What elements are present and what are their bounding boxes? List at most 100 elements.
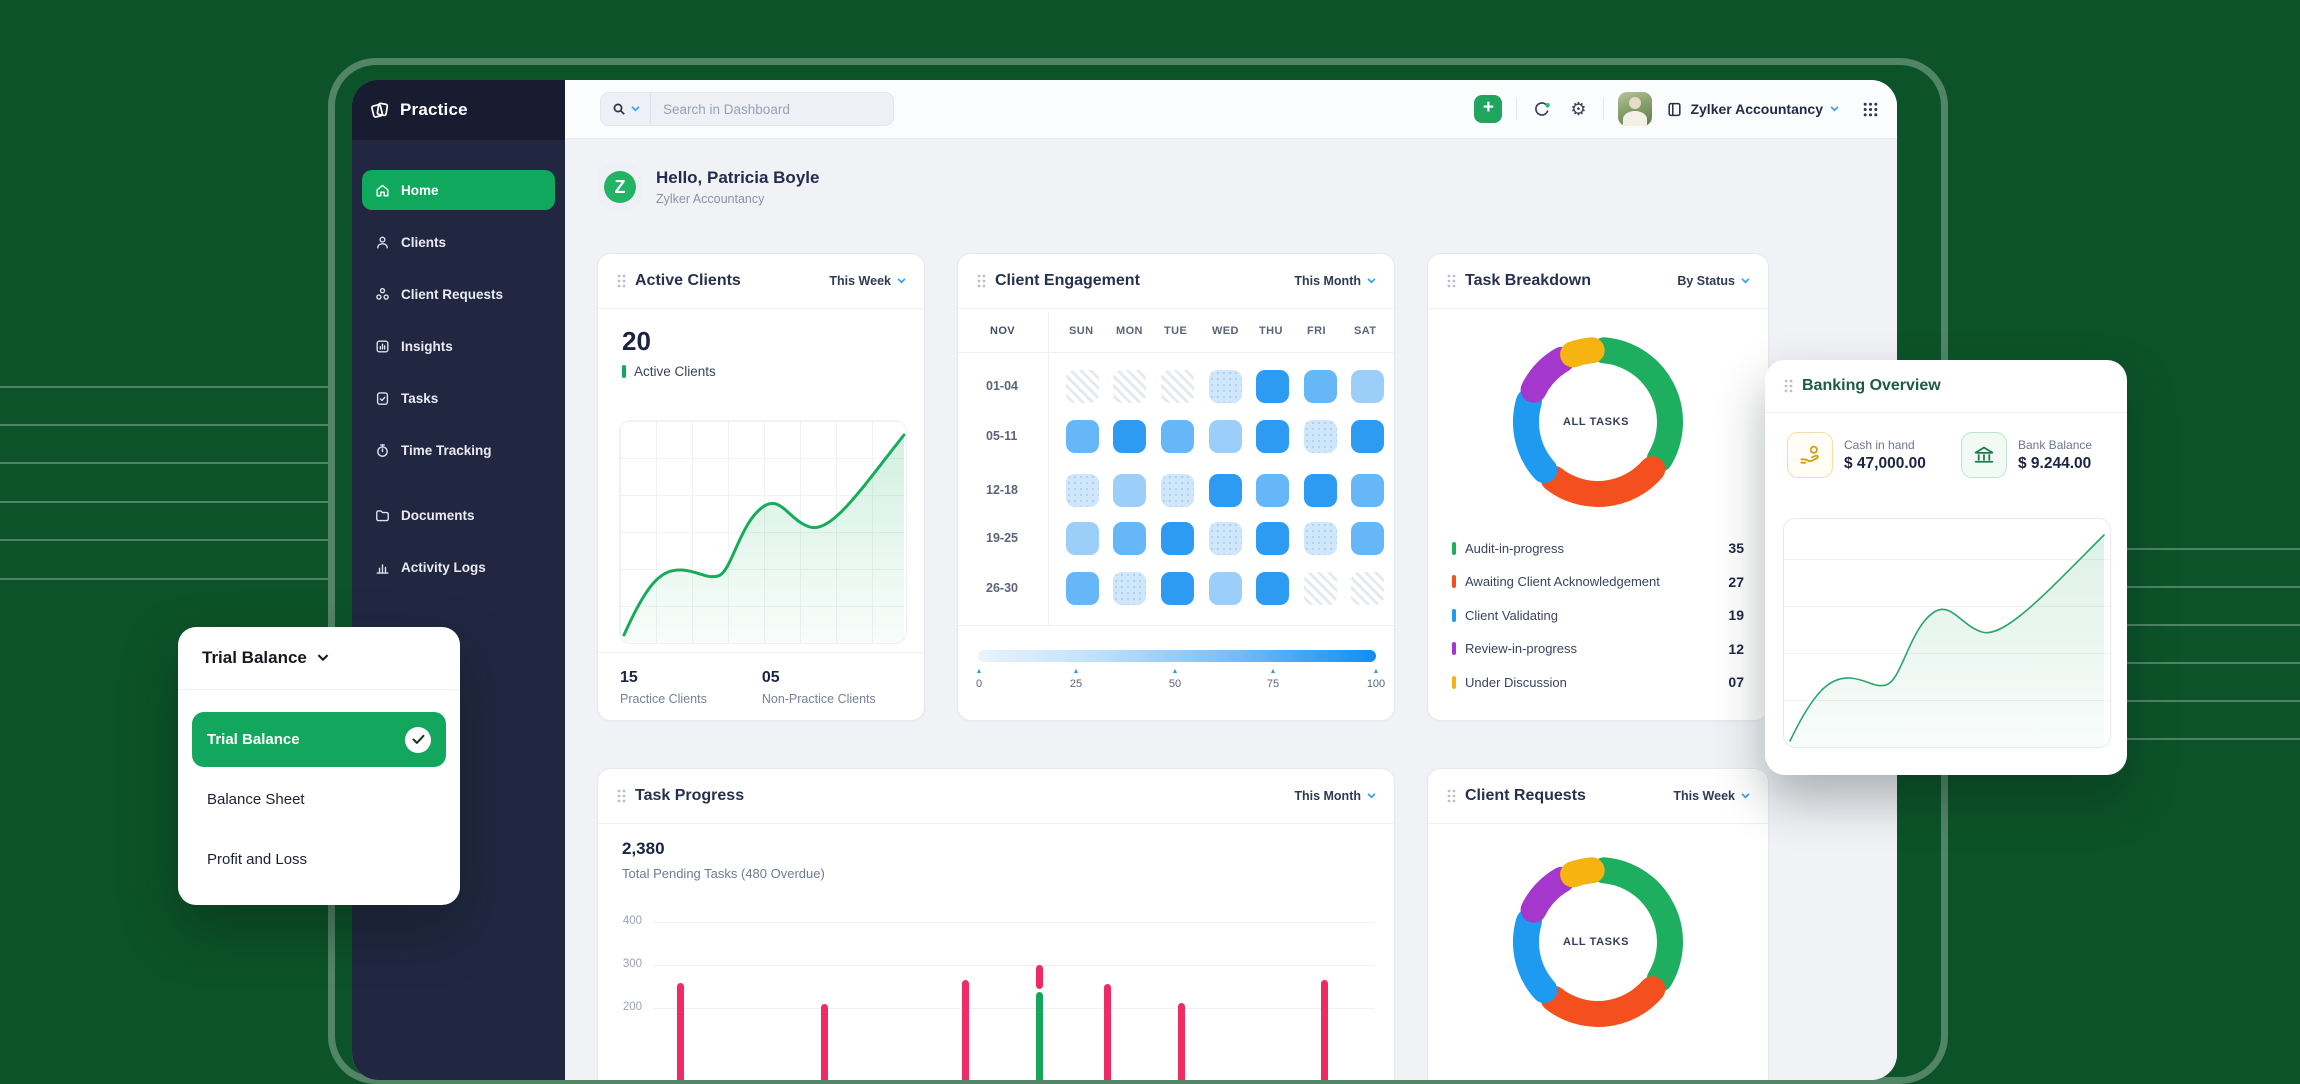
- heatmap-cell: [1209, 522, 1242, 555]
- task-progress-bar-chart: [653, 917, 1374, 1080]
- heatmap-cell: [1113, 572, 1146, 605]
- donut-segment[interactable]: [1554, 469, 1653, 494]
- y-axis-tick-label: 300: [612, 958, 642, 970]
- footer-stat: 15 Practice Clients: [620, 669, 707, 704]
- legend-label: Under Discussion: [1465, 675, 1567, 690]
- heatmap-cell: [1351, 572, 1384, 605]
- banking-overview-card: Banking Overview Cash in hand $ 47,000.0…: [1765, 360, 2127, 775]
- legend-value: 35: [1728, 540, 1744, 556]
- card-title: Client Engagement: [995, 272, 1140, 290]
- donut-segment[interactable]: [1554, 989, 1653, 1014]
- legend-value: 27: [1728, 574, 1744, 590]
- donut-segment[interactable]: [1534, 880, 1562, 910]
- drag-handle-icon[interactable]: [1783, 379, 1793, 393]
- sidebar-item-label: Home: [401, 183, 439, 198]
- heatmap-cell: [1351, 522, 1384, 555]
- sidebar-item-activity-logs[interactable]: Activity Logs: [362, 547, 555, 587]
- legend-tick: [1452, 676, 1456, 689]
- option-trial-balance[interactable]: Trial Balance: [192, 712, 446, 767]
- legend-row: Audit-in-progress35: [1452, 540, 1744, 556]
- sidebar-item-label: Activity Logs: [401, 560, 486, 575]
- sidebar-item-label: Insights: [401, 339, 453, 354]
- drag-handle-icon[interactable]: [616, 274, 626, 288]
- period-dropdown[interactable]: This Month: [1294, 789, 1376, 803]
- option-label: Balance Sheet: [207, 791, 305, 808]
- cash-in-hand-stat: Cash in hand $ 47,000.00: [1787, 432, 1926, 478]
- clients-icon: [374, 234, 391, 251]
- heatmap-cell: [1256, 370, 1289, 403]
- org-selector[interactable]: Zylker Accountancy: [1666, 101, 1839, 118]
- search-input[interactable]: [651, 102, 893, 117]
- trial-balance-dropdown[interactable]: Trial Balance: [178, 627, 460, 690]
- heatmap-cell: [1161, 522, 1194, 555]
- check-icon: [405, 727, 431, 753]
- sidebar-item-clients[interactable]: Clients: [362, 222, 555, 262]
- org-avatar-letter: Z: [604, 171, 636, 203]
- heatmap-cell: [1351, 370, 1384, 403]
- sidebar-item-tasks[interactable]: Tasks: [362, 378, 555, 418]
- legend-label: Client Validating: [1465, 608, 1558, 623]
- heatmap-cell: [1209, 474, 1242, 507]
- chevron-down-icon: [631, 106, 640, 112]
- heatmap-day-label: THU: [1259, 325, 1283, 337]
- greeting-title: Hello, Patricia Boyle: [656, 168, 819, 188]
- drag-handle-icon[interactable]: [1446, 274, 1456, 288]
- heatmap-legend-gradient: [978, 650, 1376, 662]
- sidebar-item-documents[interactable]: Documents: [362, 495, 555, 535]
- heatmap-cell: [1161, 474, 1194, 507]
- sidebar-item-time-tracking[interactable]: Time Tracking: [362, 430, 555, 470]
- donut-segment[interactable]: [1534, 360, 1562, 390]
- chevron-down-icon: [1741, 793, 1750, 799]
- donut-segment[interactable]: [1573, 870, 1592, 874]
- donut-segment[interactable]: [1526, 401, 1544, 470]
- gear-icon[interactable]: ⚙: [1567, 98, 1589, 120]
- chevron-down-icon: [1741, 278, 1750, 284]
- period-dropdown[interactable]: This Month: [1294, 274, 1376, 288]
- cash-in-hand-icon: [1787, 432, 1833, 478]
- donut-segment[interactable]: [1526, 921, 1544, 990]
- search-scope-selector[interactable]: [601, 93, 651, 125]
- heatmap-cell: [1256, 522, 1289, 555]
- y-axis-tick-label: 400: [612, 915, 642, 927]
- practice-logo-icon: [370, 100, 390, 120]
- donut-segment[interactable]: [1573, 350, 1592, 354]
- add-button[interactable]: +: [1474, 95, 1502, 123]
- legend-label: Review-in-progress: [1465, 641, 1577, 656]
- heatmap-cell: [1113, 474, 1146, 507]
- sidebar-item-client-requests[interactable]: Client Requests: [362, 274, 555, 314]
- drag-handle-icon[interactable]: [616, 789, 626, 803]
- sidebar-item-insights[interactable]: Insights: [362, 326, 555, 366]
- task-breakdown-card: Task Breakdown By Status ALL TASKS Audit…: [1427, 253, 1769, 721]
- card-title: Client Requests: [1465, 787, 1586, 805]
- donut-center-label: ALL TASKS: [1563, 416, 1629, 428]
- sync-notification-icon[interactable]: [1531, 98, 1553, 120]
- popup-title: Trial Balance: [202, 648, 307, 668]
- donut-segment[interactable]: [1604, 870, 1670, 979]
- apps-grid-icon[interactable]: [1859, 98, 1881, 120]
- heatmap-day-label: SAT: [1354, 325, 1376, 337]
- heatmap-row-label: 05-11: [986, 429, 1017, 443]
- option-profit-and-loss[interactable]: Profit and Loss: [192, 832, 446, 887]
- home-icon: [374, 182, 391, 199]
- background-line: [0, 539, 328, 541]
- drag-handle-icon[interactable]: [1446, 789, 1456, 803]
- client-requests-card: Client Requests This Week ALL TASKS: [1427, 768, 1769, 1080]
- status-filter-dropdown[interactable]: By Status: [1677, 274, 1750, 288]
- gridline: [653, 965, 1374, 966]
- heatmap-cell: [1161, 420, 1194, 453]
- heatmap-cell: [1304, 420, 1337, 453]
- brand: Practice: [352, 80, 565, 140]
- option-balance-sheet[interactable]: Balance Sheet: [192, 772, 446, 827]
- heatmap-legend-tick: ▲25: [1061, 668, 1091, 690]
- bank-icon: [1961, 432, 2007, 478]
- drag-handle-icon[interactable]: [976, 274, 986, 288]
- sidebar-item-home[interactable]: Home: [362, 170, 555, 210]
- period-dropdown[interactable]: This Week: [829, 274, 906, 288]
- user-avatar[interactable]: [1618, 92, 1652, 126]
- divider: [958, 352, 1394, 353]
- heatmap-legend-tick: ▲75: [1258, 668, 1288, 690]
- app-window: Practice Home Clients Client Requests Insig…: [352, 80, 1897, 1080]
- donut-segment[interactable]: [1604, 350, 1670, 459]
- donut-center-label: ALL TASKS: [1563, 936, 1629, 948]
- period-dropdown[interactable]: This Week: [1673, 789, 1750, 803]
